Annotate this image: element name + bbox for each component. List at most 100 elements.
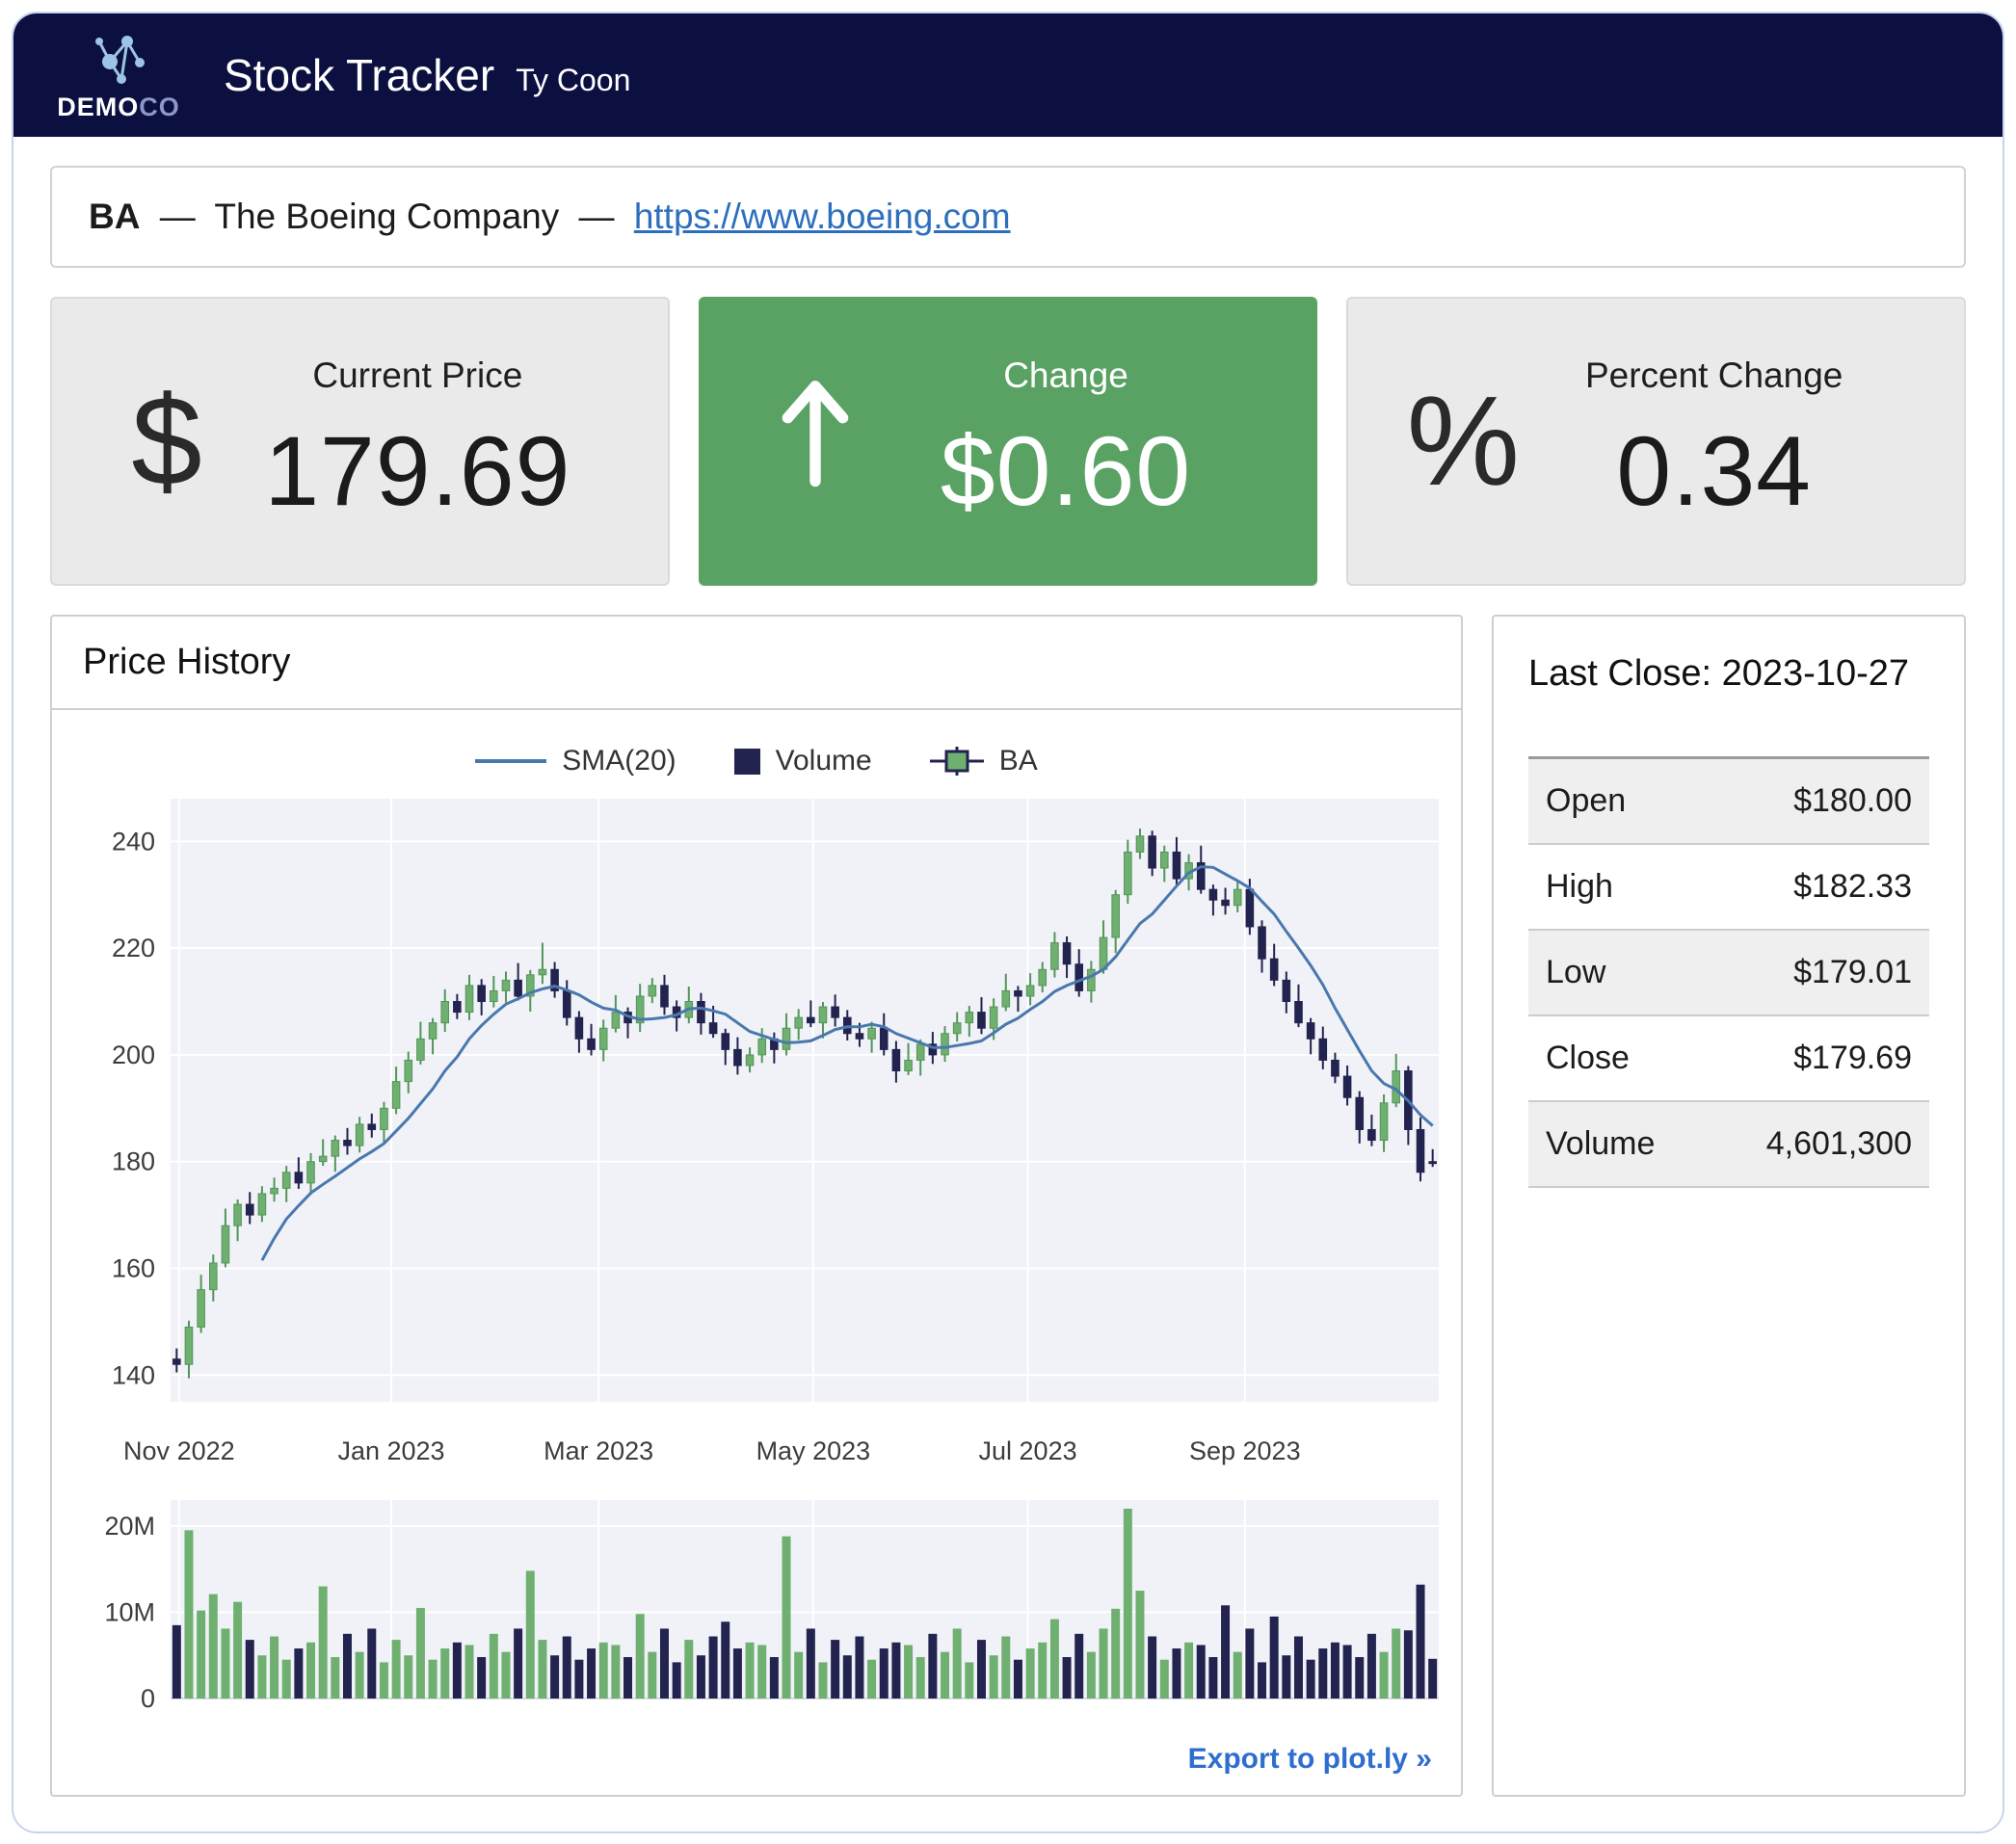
volume-bar[interactable] [611,1645,620,1699]
volume-bar[interactable] [1294,1637,1303,1699]
candle-body[interactable] [1075,964,1083,991]
volume-bar[interactable] [319,1587,328,1699]
volume-bar[interactable] [209,1594,218,1699]
candle-body[interactable] [368,1124,376,1130]
volume-bar[interactable] [172,1625,181,1699]
candle-body[interactable] [1026,986,1034,996]
volume-bar[interactable] [1428,1659,1437,1699]
volume-bar[interactable] [660,1628,669,1699]
volume-bar[interactable] [709,1637,718,1699]
volume-bar[interactable] [757,1645,766,1699]
candle-body[interactable] [953,1023,961,1034]
candle-body[interactable] [1270,959,1278,980]
candle-body[interactable] [709,1023,717,1034]
legend-item-volume[interactable]: Volume [734,745,872,777]
volume-bar[interactable] [1124,1509,1132,1699]
volume-bar[interactable] [1282,1655,1290,1699]
candle-body[interactable] [198,1290,205,1328]
candle-body[interactable] [465,986,473,1013]
volume-bar[interactable] [1221,1605,1230,1699]
candle-body[interactable] [173,1359,181,1365]
candle-body[interactable] [1015,990,1022,996]
volume-bar[interactable] [563,1637,571,1699]
volume-bar[interactable] [514,1628,522,1699]
volume-bar[interactable] [891,1643,900,1699]
candle-body[interactable] [1088,969,1096,990]
candle-body[interactable] [563,990,570,1017]
candle-body[interactable] [734,1049,742,1066]
candle-body[interactable] [758,1039,766,1055]
candle-body[interactable] [1173,852,1180,879]
candle-body[interactable] [612,1013,620,1029]
volume-bar[interactable] [977,1640,986,1699]
volume-bar[interactable] [440,1648,449,1699]
volume-bar[interactable] [1307,1660,1315,1699]
volume-bar[interactable] [1184,1643,1193,1699]
candle-body[interactable] [698,1002,705,1023]
volume-bar[interactable] [246,1640,254,1699]
volume-bar[interactable] [599,1643,608,1699]
volume-bar[interactable] [429,1660,438,1699]
volume-bar[interactable] [1087,1652,1096,1699]
candle-body[interactable] [539,969,546,975]
volume-bar[interactable] [1355,1657,1364,1699]
volume-bar[interactable] [941,1652,949,1699]
volume-bar[interactable] [1074,1634,1083,1699]
volume-bar[interactable] [843,1655,852,1699]
candle-body[interactable] [1051,943,1059,970]
candle-body[interactable] [1233,889,1241,906]
candle-body[interactable] [783,1028,790,1049]
candle-body[interactable] [356,1124,363,1146]
volume-bar[interactable] [294,1648,303,1699]
volume-bar[interactable] [416,1608,425,1699]
candle-body[interactable] [1343,1076,1351,1097]
volume-bar[interactable] [953,1628,962,1699]
candle-body[interactable] [1160,852,1168,868]
volume-bar[interactable] [746,1643,755,1699]
candle-body[interactable] [1259,927,1266,959]
candle-body[interactable] [1417,1129,1424,1172]
candle-body[interactable] [1149,836,1156,868]
candle-body[interactable] [978,1013,986,1029]
volume-bar[interactable] [904,1645,913,1699]
volume-bar[interactable] [648,1652,656,1699]
candle-body[interactable] [246,1204,253,1215]
candle-body[interactable] [271,1188,279,1194]
candle-body[interactable] [1332,1060,1340,1076]
volume-bar[interactable] [673,1662,681,1699]
candle-body[interactable] [381,1108,388,1129]
candle-body[interactable] [1246,889,1254,927]
volume-bar[interactable] [1197,1645,1206,1699]
volume-bar[interactable] [343,1634,352,1699]
candle-body[interactable] [344,1141,352,1146]
volume-bar[interactable] [306,1643,315,1699]
volume-bar[interactable] [1001,1637,1010,1699]
candle-body[interactable] [966,1013,973,1023]
candle-body[interactable] [454,1002,462,1013]
volume-bar[interactable] [697,1655,705,1699]
candle-body[interactable] [1319,1039,1327,1060]
volume-bar[interactable] [1343,1645,1352,1699]
volume-bar[interactable] [538,1640,546,1699]
candle-body[interactable] [209,1263,217,1290]
volume-bar[interactable] [1050,1620,1059,1699]
candle-body[interactable] [295,1172,303,1183]
legend-item-sma[interactable]: SMA(20) [475,745,676,777]
volume-bar[interactable] [1245,1628,1254,1699]
candle-body[interactable] [1136,836,1144,853]
volume-bar[interactable] [1331,1643,1340,1699]
candle-body[interactable] [417,1039,425,1060]
volume-bar[interactable] [1367,1634,1376,1699]
volume-bar[interactable] [1160,1660,1169,1699]
volume-bar[interactable] [490,1634,498,1699]
candle-body[interactable] [502,980,510,990]
export-plotly-link[interactable]: Export to plot.ly » [1188,1743,1432,1775]
candle-body[interactable] [868,1028,876,1039]
candle-body[interactable] [661,986,669,1007]
candle-body[interactable] [892,1049,900,1070]
volume-bar[interactable] [233,1602,242,1699]
volume-bar[interactable] [1038,1643,1047,1699]
volume-bar[interactable] [623,1657,632,1699]
candle-body[interactable] [856,1034,863,1040]
volume-bar[interactable] [1404,1630,1413,1699]
